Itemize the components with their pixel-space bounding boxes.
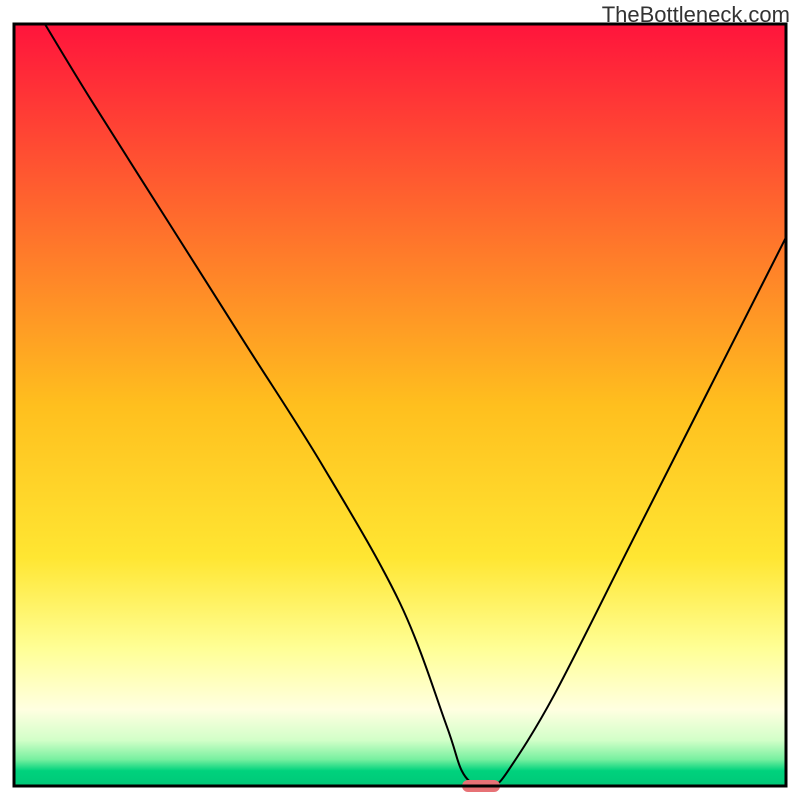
bottleneck-chart bbox=[0, 0, 800, 800]
chart-container: TheBottleneck.com bbox=[0, 0, 800, 800]
watermark-text: TheBottleneck.com bbox=[602, 2, 790, 28]
gradient-background bbox=[14, 24, 786, 786]
